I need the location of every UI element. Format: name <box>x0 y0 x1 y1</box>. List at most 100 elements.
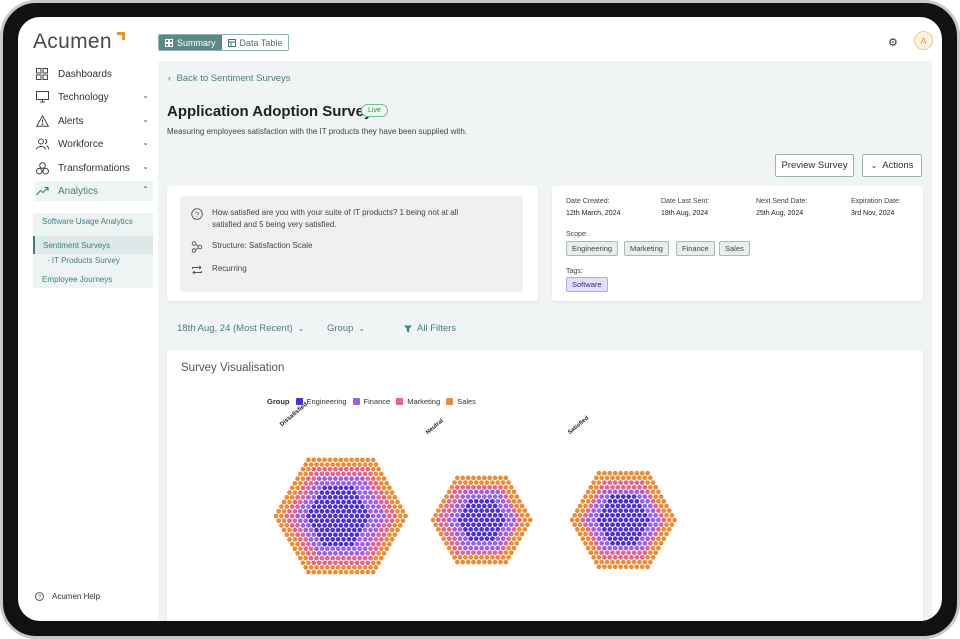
response-dot <box>465 503 471 509</box>
response-dot <box>481 503 487 509</box>
response-dot <box>481 512 487 518</box>
response-dot <box>400 518 406 524</box>
help-link[interactable]: ? Acumen Help <box>35 592 100 601</box>
response-dot <box>631 475 637 481</box>
response-dot <box>479 517 484 523</box>
response-dot <box>599 512 605 518</box>
response-dot <box>441 498 447 504</box>
response-dot <box>292 490 298 495</box>
response-dot <box>607 470 613 476</box>
response-dot <box>457 480 463 485</box>
response-dot <box>495 480 501 485</box>
response-dot <box>384 537 390 542</box>
avatar[interactable]: A <box>914 31 933 50</box>
response-dot <box>569 517 575 523</box>
all-filters-button[interactable]: All Filters <box>404 323 456 334</box>
response-dot <box>378 490 384 495</box>
response-dot <box>395 499 400 505</box>
view-toggle: Summary Data Table <box>158 34 290 51</box>
response-dot <box>378 537 384 542</box>
sidebar-item-workforce[interactable]: Workforce ⌄ <box>35 134 153 154</box>
response-dot <box>498 559 503 565</box>
sidebar-item-analytics[interactable]: Analytics ⌃ <box>35 181 153 201</box>
sidebar-item-label: Analytics <box>58 185 99 197</box>
response-dot <box>454 541 460 546</box>
response-dot <box>634 545 640 551</box>
gear-icon[interactable]: ⚙ <box>888 36 898 49</box>
response-dot <box>311 476 317 481</box>
response-dot <box>479 536 484 542</box>
response-dot <box>457 536 463 542</box>
response-dot <box>452 480 457 485</box>
submenu-item-it-products[interactable]: · IT Products Survey <box>47 256 120 265</box>
sidebar-item-alerts[interactable]: Alerts ⌄ <box>35 111 153 131</box>
response-dot <box>311 523 317 528</box>
response-dot <box>585 527 591 532</box>
response-dot <box>473 498 479 504</box>
response-dot <box>514 494 520 499</box>
response-dot <box>463 489 468 495</box>
response-dot <box>316 513 322 519</box>
date-filter-dropdown[interactable]: 18th Aug, 24 (Most Recent) ⌄ <box>177 323 304 334</box>
response-dot <box>508 550 514 556</box>
response-dot <box>436 527 441 532</box>
response-dot <box>631 550 637 556</box>
preview-survey-button[interactable]: Preview Survey <box>775 154 854 177</box>
response-dot <box>666 517 672 523</box>
response-dot <box>588 550 594 556</box>
response-dot <box>343 551 349 556</box>
response-dot <box>357 565 363 570</box>
response-dot <box>498 475 503 481</box>
response-dot <box>303 471 309 477</box>
response-dot <box>460 559 466 565</box>
response-dot <box>495 527 501 532</box>
back-link[interactable]: ‹ Back to Sentiment Surveys <box>168 73 291 84</box>
response-dot <box>626 541 632 546</box>
response-dot <box>295 541 300 547</box>
response-dot <box>602 564 607 570</box>
response-dot <box>365 466 371 472</box>
response-dot <box>479 527 484 532</box>
response-dot <box>506 536 511 542</box>
response-dot <box>289 485 295 491</box>
response-dot <box>389 499 395 505</box>
response-dot <box>500 489 506 495</box>
sidebar-item-dashboards[interactable]: Dashboards <box>35 64 153 84</box>
actions-button[interactable]: ⌄ Actions <box>862 154 922 177</box>
response-dot <box>642 484 648 490</box>
response-dot <box>314 508 319 514</box>
response-dot <box>599 550 605 556</box>
response-dot <box>498 494 503 499</box>
data-table-tab[interactable]: Data Table <box>221 35 289 50</box>
response-dot <box>289 541 295 547</box>
summary-tab[interactable]: Summary <box>159 35 222 50</box>
response-dot <box>457 517 463 523</box>
response-dot <box>349 476 354 481</box>
response-dot <box>607 536 613 542</box>
submenu-item-sentiment-surveys[interactable]: Sentiment Surveys <box>33 236 153 254</box>
response-dot <box>354 494 360 500</box>
response-dot <box>647 531 653 537</box>
response-dot <box>583 531 588 537</box>
response-dot <box>284 532 290 538</box>
response-dot <box>360 523 365 528</box>
response-dot <box>506 545 511 551</box>
response-dot <box>311 560 317 566</box>
question-text-line: How satisfied are you with your suite of… <box>212 208 459 217</box>
response-dot <box>473 545 479 551</box>
response-dot <box>495 489 501 495</box>
response-dot <box>471 550 476 556</box>
response-dot <box>471 475 476 481</box>
response-dot <box>463 498 468 504</box>
group-filter-dropdown[interactable]: Group ⌄ <box>327 323 365 334</box>
submenu-item-employee-journeys[interactable]: Employee Journeys <box>42 275 112 284</box>
response-dot <box>583 522 588 528</box>
sidebar-item-technology[interactable]: Technology ⌄ <box>35 87 153 107</box>
date-created-label: Date Created: <box>566 198 610 205</box>
sidebar-item-transformations[interactable]: Transformations ⌄ <box>35 158 153 178</box>
response-dot <box>634 555 640 560</box>
submenu-item-software-usage[interactable]: Software Usage Analytics <box>42 217 133 226</box>
response-dot <box>607 480 613 485</box>
response-dot <box>615 503 621 509</box>
response-dot <box>575 508 580 513</box>
